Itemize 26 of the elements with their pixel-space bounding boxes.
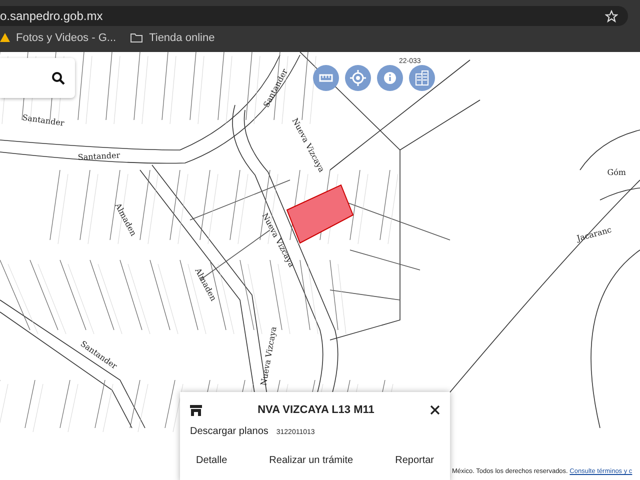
action-button[interactable]: Detalle	[192, 453, 232, 468]
info-icon	[383, 71, 397, 85]
action-button[interactable]: Reportar	[391, 453, 438, 468]
search-field[interactable]	[0, 58, 75, 98]
locate-icon	[350, 70, 366, 86]
map-tool-button[interactable]	[345, 65, 371, 91]
street-label: Nueva Vizcaya	[259, 326, 278, 386]
star-icon[interactable]	[605, 10, 618, 22]
street-label: Santander	[22, 113, 65, 128]
map-tool-button[interactable]	[377, 65, 403, 91]
store-icon	[190, 404, 202, 416]
download-plans-link[interactable]: Descargar planos	[190, 426, 268, 437]
url-text: o.sanpedro.gob.mx	[0, 9, 103, 23]
address-bar[interactable]: o.sanpedro.gob.mx	[0, 6, 628, 26]
bookmark-link[interactable]: Fotos y Videos - G...	[16, 32, 116, 44]
street-label: Santander	[78, 150, 120, 162]
ruler-icon	[319, 73, 333, 83]
buildings-icon	[414, 70, 430, 86]
bookmark-link[interactable]: Tienda online	[149, 32, 215, 44]
map-tool-button[interactable]	[313, 65, 339, 91]
map-tool-button[interactable]	[409, 65, 435, 91]
action-button[interactable]: Realizar un trámite	[265, 453, 358, 468]
search-icon	[52, 72, 65, 84]
folder-icon	[130, 33, 144, 43]
parcel-title: NVA VIZCAYA L13 M11	[258, 404, 374, 416]
street-label: Góm	[607, 168, 626, 177]
